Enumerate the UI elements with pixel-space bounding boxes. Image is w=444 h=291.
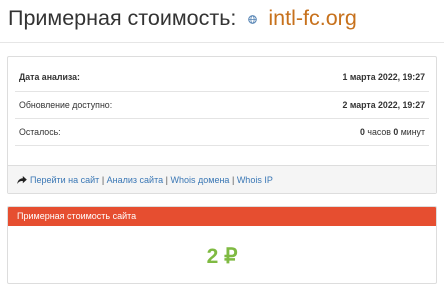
link-separator: | (101, 175, 105, 185)
whois-domain-link[interactable]: Whois домена (171, 175, 230, 185)
link-separator: | (165, 175, 168, 185)
analysis-date-value: 1 марта 2022, 19:27 (342, 72, 425, 82)
empty-row (15, 145, 429, 165)
visit-site-link[interactable]: Перейти на сайт (30, 175, 99, 185)
site-value-amount: 2 ₽ (206, 245, 238, 268)
table-row: Осталось: 0 часов 0 минут (15, 118, 429, 145)
table-row: Дата анализа: 1 марта 2022, 19:27 (15, 64, 429, 91)
domain-name: intl-fc.org (268, 6, 357, 30)
update-available-value: 2 марта 2022, 19:27 (342, 100, 425, 110)
panel-footer-links: Перейти на сайт | Анализ сайта | Whois д… (8, 165, 436, 193)
globe-icon (248, 15, 258, 24)
remaining-label: Осталось: (19, 127, 61, 137)
whois-ip-link[interactable]: Whois IP (237, 175, 273, 185)
table-row: Обновление доступно: 2 марта 2022, 19:27 (15, 91, 429, 118)
hours-unit: часов (364, 127, 394, 137)
site-value-panel: Примерная стоимость сайта 2 ₽ (7, 206, 437, 284)
page-title-label: Примерная стоимость: (8, 6, 237, 30)
remaining-value: 0 часов 0 минут (360, 119, 425, 146)
divider (0, 42, 444, 43)
share-arrow-icon (17, 176, 27, 184)
analysis-info-panel: Дата анализа: 1 марта 2022, 19:27 Обновл… (7, 56, 437, 194)
site-value-heading: Примерная стоимость сайта (8, 207, 436, 226)
site-analysis-link[interactable]: Анализ сайта (107, 175, 163, 185)
minutes-unit: минут (398, 127, 425, 137)
page-title: Примерная стоимость: intl-fc.org (8, 5, 357, 31)
link-separator: | (231, 175, 235, 185)
analysis-info-table: Дата анализа: 1 марта 2022, 19:27 Обновл… (15, 64, 429, 165)
update-available-label: Обновление доступно: (19, 100, 113, 110)
analysis-date-label: Дата анализа: (19, 72, 80, 82)
